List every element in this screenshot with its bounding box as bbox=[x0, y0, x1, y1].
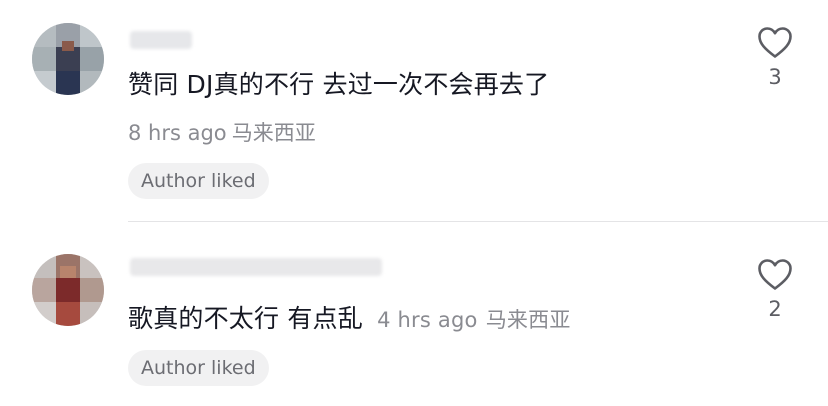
username-redacted[interactable] bbox=[130, 258, 382, 276]
comment-meta: 8 hrs ago 马来西亚 bbox=[128, 117, 316, 147]
like-count: 3 bbox=[768, 65, 782, 89]
comment-text: 赞同 DJ真的不行 去过一次不会再去了 bbox=[128, 70, 550, 99]
heart-outline-icon[interactable] bbox=[757, 26, 793, 59]
comment-text: 歌真的不太行 有点乱 4 hrs ago 马来西亚 bbox=[128, 302, 571, 337]
pixelated-avatar-icon bbox=[32, 23, 104, 95]
author-liked-badge: Author liked bbox=[128, 163, 269, 199]
like-button[interactable]: 3 bbox=[750, 26, 800, 89]
comment-item: 赞同 DJ真的不行 去过一次不会再去了 8 hrs ago 马来西亚 Autho… bbox=[0, 0, 828, 221]
comment-location: 马来西亚 bbox=[231, 121, 316, 145]
heart-outline-icon[interactable] bbox=[757, 258, 793, 291]
comment-time: 4 hrs ago bbox=[377, 308, 478, 332]
comment-location: 马来西亚 bbox=[485, 308, 571, 332]
comment-item: 歌真的不太行 有点乱 4 hrs ago 马来西亚 Author liked 2 bbox=[0, 222, 828, 406]
comment-time: 8 hrs ago bbox=[128, 121, 227, 145]
like-button[interactable]: 2 bbox=[750, 258, 800, 321]
avatar[interactable] bbox=[32, 254, 104, 326]
like-count: 2 bbox=[768, 297, 782, 321]
comment-body: 歌真的不太行 有点乱 bbox=[128, 304, 363, 333]
author-liked-badge: Author liked bbox=[128, 350, 269, 386]
avatar[interactable] bbox=[32, 23, 104, 95]
pixelated-avatar-icon bbox=[32, 254, 104, 326]
username-redacted[interactable] bbox=[130, 31, 192, 49]
